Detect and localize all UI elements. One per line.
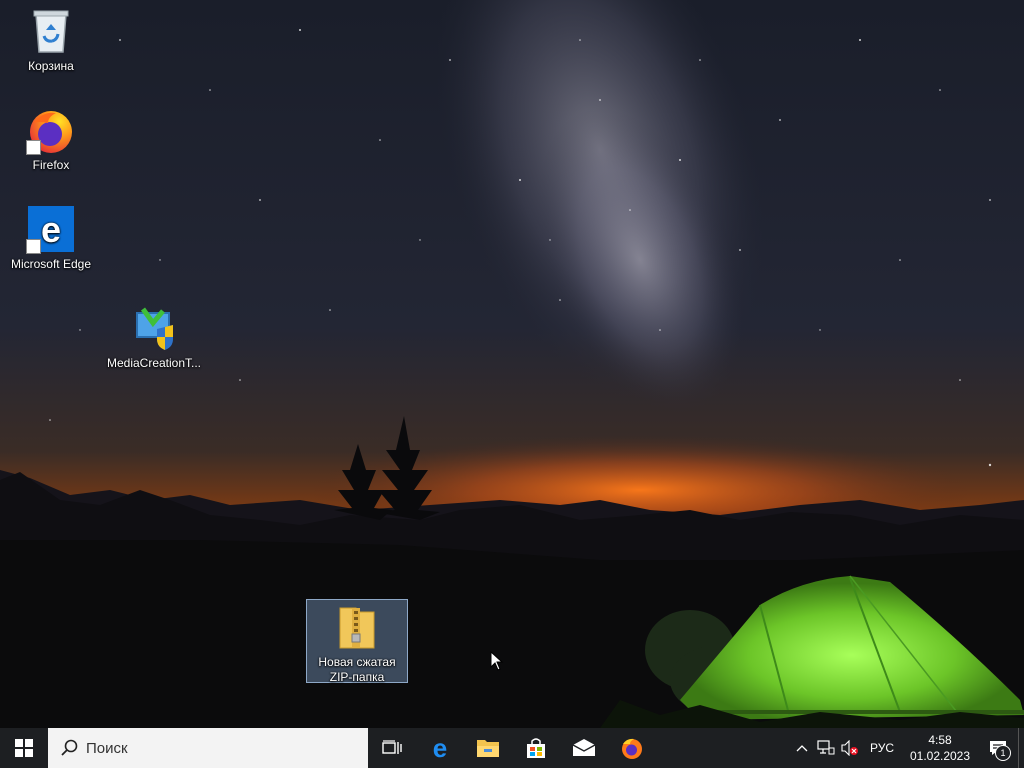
language-indicator[interactable]: РУС	[862, 741, 902, 755]
store-icon	[527, 738, 545, 758]
taskbar-file-explorer-button[interactable]	[464, 728, 512, 768]
mail-icon	[572, 739, 596, 756]
action-center-button[interactable]: 1	[978, 728, 1018, 768]
search-icon	[61, 739, 78, 756]
clock[interactable]: 4:58 01.02.2023	[902, 732, 978, 764]
firefox-icon	[622, 738, 642, 759]
edge-icon: e	[433, 736, 447, 760]
show-desktop-button[interactable]	[1018, 728, 1024, 768]
folder-icon	[477, 740, 499, 757]
desktop-icon-recycle-bin[interactable]: Корзина	[1, 6, 101, 74]
chevron-up-icon	[796, 745, 808, 752]
svg-text:e: e	[41, 209, 61, 250]
desktop-icon-label: MediaCreationT...	[106, 356, 202, 370]
show-hidden-icons-button[interactable]	[790, 728, 814, 768]
svg-text:e: e	[433, 736, 447, 760]
taskbar-search-box[interactable]: Поиск	[48, 728, 368, 768]
desktop-icon-label: Microsoft Edge	[10, 257, 92, 271]
clock-time: 4:58	[928, 733, 952, 747]
firefox-icon	[26, 105, 76, 155]
taskbar-store-button[interactable]	[512, 728, 560, 768]
media-creation-tool-icon	[129, 303, 179, 353]
network-icon	[817, 740, 835, 755]
desktop-icon-zip-folder[interactable]: Новая сжатая ZIP-папка	[306, 599, 408, 684]
desktop-icon-label: Корзина	[28, 59, 74, 73]
notification-count-badge: 1	[995, 745, 1011, 761]
taskbar-mail-button[interactable]	[560, 728, 608, 768]
desktop-icon-label: Firefox	[32, 158, 70, 172]
shortcut-arrow-icon	[26, 239, 41, 254]
taskbar-firefox-button[interactable]	[608, 728, 656, 768]
taskbar-edge-button[interactable]: e	[416, 728, 464, 768]
taskbar: Поиск e РУС 4:58 01.02.2023 1	[0, 728, 1024, 768]
mouse-cursor	[490, 650, 504, 676]
volume-muted-icon	[841, 740, 858, 756]
desktop-icon-edge[interactable]: e Microsoft Edge	[1, 204, 101, 272]
desktop-icon-media-creation-tool[interactable]: MediaCreationT...	[104, 303, 204, 371]
zip-folder-icon	[332, 602, 382, 652]
clock-date: 01.02.2023	[909, 749, 971, 763]
desktop-icon-label: Новая сжатая ZIP-папка	[318, 655, 396, 684]
task-view-button[interactable]	[368, 728, 416, 768]
volume-button[interactable]	[838, 728, 862, 768]
search-placeholder: Поиск	[86, 739, 128, 757]
start-button[interactable]	[0, 728, 48, 768]
recycle-bin-icon	[26, 6, 76, 56]
edge-icon: e	[26, 204, 76, 254]
windows-logo-icon	[15, 739, 33, 757]
task-view-icon	[382, 740, 402, 754]
system-tray: РУС 4:58 01.02.2023 1	[790, 728, 1024, 768]
shortcut-arrow-icon	[26, 140, 41, 155]
desktop-icon-firefox[interactable]: Firefox	[1, 105, 101, 173]
network-button[interactable]	[814, 728, 838, 768]
